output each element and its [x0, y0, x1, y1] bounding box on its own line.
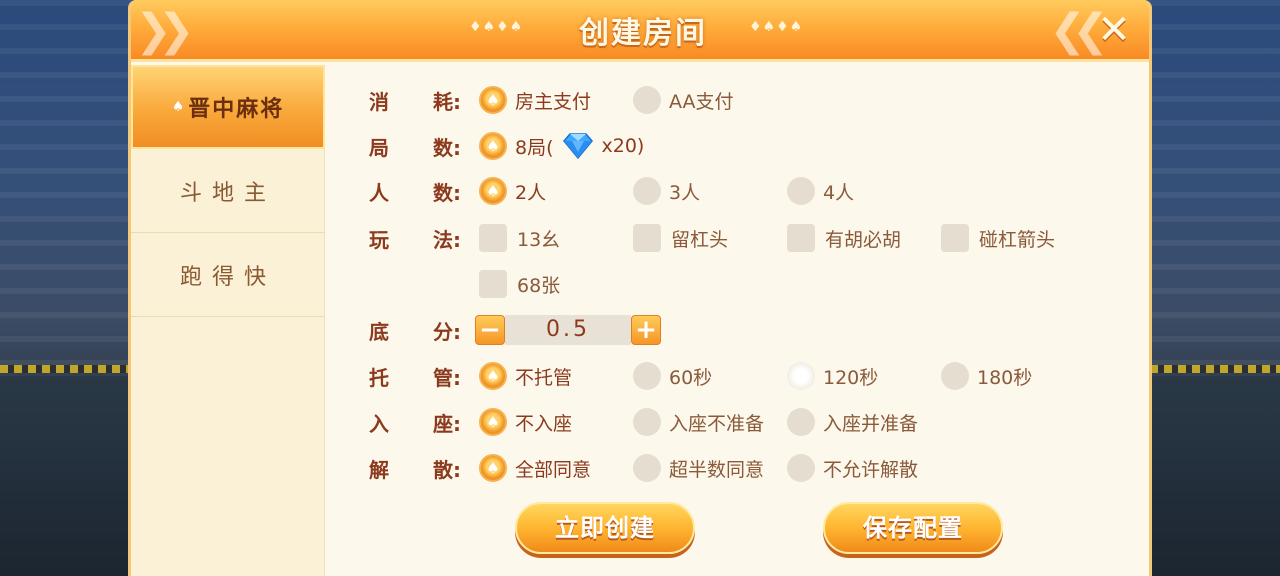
seating-option-none[interactable]: 不入座: [479, 406, 572, 438]
title-ornament-left: ♦♠♦♠: [469, 19, 524, 35]
title-ornament-right: ♦♠♦♠: [749, 19, 804, 35]
stadium-barrier-left: [0, 365, 130, 373]
rounds-label: 局数:: [369, 136, 461, 160]
base-score-value: 0.5: [505, 315, 631, 345]
dialog-title: 创建房间: [579, 16, 707, 51]
seating-option-not-ready[interactable]: 入座不准备: [633, 406, 764, 438]
sidebar-item-paodekuai[interactable]: 跑得快: [131, 233, 325, 317]
seating-label: 入座:: [369, 412, 461, 436]
radio-selected-icon: [479, 132, 507, 160]
radio-icon: [787, 177, 815, 205]
auto-play-label: 托管:: [369, 366, 461, 390]
close-icon: ✕: [1097, 7, 1131, 53]
radio-icon: [787, 362, 815, 390]
rounds-row: 局数: 8局( x20): [325, 126, 1149, 166]
rules-option-68zhang[interactable]: 68张: [479, 268, 560, 300]
radio-icon: [787, 408, 815, 436]
players-option-2[interactable]: 2人: [479, 175, 546, 207]
base-score-stepper: − 0.5 +: [475, 314, 661, 346]
auto-play-row: 托管: 不托管 60秒 120秒 180秒: [325, 356, 1149, 396]
auto-play-option-180s[interactable]: 180秒: [941, 360, 1032, 392]
increase-button[interactable]: +: [631, 315, 661, 345]
players-option-3[interactable]: 3人: [633, 175, 700, 207]
radio-selected-icon: [479, 177, 507, 205]
radio-icon: [633, 454, 661, 482]
dissolve-option-all[interactable]: 全部同意: [479, 452, 591, 484]
seating-option-ready[interactable]: 入座并准备: [787, 406, 918, 438]
rules-option-penggangjiantou[interactable]: 碰杠箭头: [941, 222, 1055, 254]
room-settings-panel: 消耗: 房主支付 AA支付 局数: 8局(: [325, 65, 1149, 576]
sidebar-item-label: 斗地主: [179, 180, 276, 206]
dissolve-option-disallow[interactable]: 不允许解散: [787, 452, 918, 484]
base-score-row: 底分: − 0.5 +: [325, 310, 1149, 350]
dissolve-option-majority[interactable]: 超半数同意: [633, 452, 764, 484]
players-option-4[interactable]: 4人: [787, 175, 854, 207]
players-row: 人数: 2人 3人 4人: [325, 171, 1149, 211]
cost-row: 消耗: 房主支付 AA支付: [325, 80, 1149, 120]
base-score-label: 底分:: [369, 320, 461, 344]
sidebar-item-label: 晋中麻将: [188, 97, 285, 122]
chevron-decoration-left-icon: ❯❯: [135, 5, 195, 56]
rules-label: 玩法:: [369, 228, 461, 252]
checkbox-icon: [787, 224, 815, 252]
rules-option-youhubihu[interactable]: 有胡必胡: [787, 222, 901, 254]
sidebar-item-label: 跑得快: [179, 264, 276, 290]
spade-icon: ♠: [171, 99, 187, 115]
dissolve-label: 解散:: [369, 458, 461, 482]
save-config-button[interactable]: 保存配置: [823, 502, 1003, 554]
radio-icon: [633, 86, 661, 114]
checkbox-icon: [479, 224, 507, 252]
auto-play-option-60s[interactable]: 60秒: [633, 360, 712, 392]
cost-label: 消耗:: [369, 90, 461, 114]
chevron-decoration-right-icon: ❮❮: [1049, 5, 1109, 56]
radio-selected-icon: [479, 454, 507, 482]
stadium-barrier-right: [1150, 365, 1280, 373]
sidebar-item-jinzhong-mahjong[interactable]: ♠ 晋中麻将: [131, 65, 325, 149]
create-now-button[interactable]: 立即创建: [515, 502, 695, 554]
close-button[interactable]: ✕: [1091, 8, 1137, 54]
rules-option-liugangtou[interactable]: 留杠头: [633, 222, 728, 254]
auto-play-option-none[interactable]: 不托管: [479, 360, 572, 392]
radio-selected-icon: [479, 408, 507, 436]
radio-selected-icon: [479, 86, 507, 114]
radio-icon: [633, 408, 661, 436]
dissolve-row: 解散: 全部同意 超半数同意 不允许解散: [325, 448, 1149, 488]
cost-option-aa[interactable]: AA支付: [633, 84, 734, 116]
rules-row: 玩法: 13幺 留杠头 有胡必胡 碰杠箭头: [325, 218, 1149, 258]
rules-option-13yao[interactable]: 13幺: [479, 222, 560, 254]
radio-selected-icon: [479, 362, 507, 390]
dialog-title-bar: ❯❯ ❮❮ ♦♠♦♠ 创建房间 ♦♠♦♠ ✕: [131, 0, 1149, 62]
decrease-button[interactable]: −: [475, 315, 505, 345]
create-room-dialog: ❯❯ ❮❮ ♦♠♦♠ 创建房间 ♦♠♦♠ ✕ ♠ 晋中麻将 斗地主 跑得快 消耗…: [128, 0, 1152, 576]
rounds-option-8[interactable]: 8局( x20): [479, 130, 644, 162]
radio-icon: [633, 177, 661, 205]
rules-row-2: 68张: [325, 264, 1149, 304]
checkbox-icon: [941, 224, 969, 252]
cost-option-host[interactable]: 房主支付: [479, 84, 591, 116]
diamond-icon: [558, 132, 598, 160]
radio-icon: [787, 454, 815, 482]
checkbox-icon: [479, 270, 507, 298]
radio-icon: [633, 362, 661, 390]
seating-row: 入座: 不入座 入座不准备 入座并准备: [325, 402, 1149, 442]
game-type-sidebar: ♠ 晋中麻将 斗地主 跑得快: [131, 65, 325, 576]
radio-icon: [941, 362, 969, 390]
sidebar-item-doudizhu[interactable]: 斗地主: [131, 149, 325, 233]
checkbox-icon: [633, 224, 661, 252]
auto-play-option-120s[interactable]: 120秒: [787, 360, 878, 392]
players-label: 人数:: [369, 181, 461, 205]
